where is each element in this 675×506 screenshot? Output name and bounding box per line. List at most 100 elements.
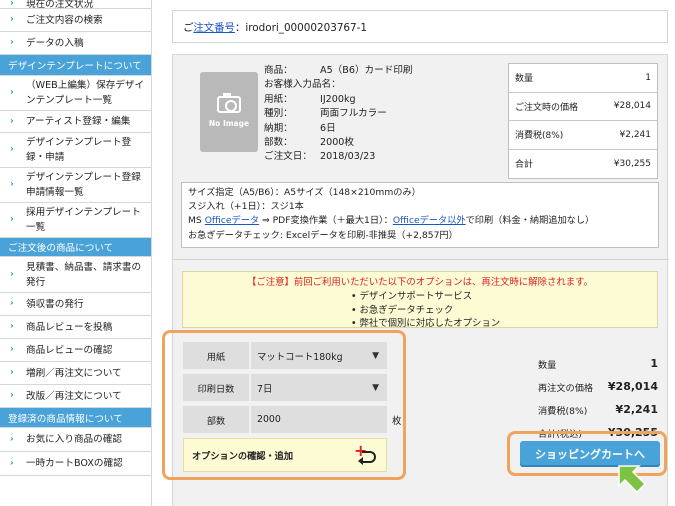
- chevron-right-icon: ›: [10, 179, 14, 190]
- order-number-link[interactable]: 注文番号: [193, 19, 235, 34]
- sidebar-item-label: データの入稿: [26, 37, 84, 49]
- original-price-table: 数量 1 ご注文時の価格 ¥28,014 消費税(8%) ¥2,241 合計 ¥30,255: [508, 63, 658, 179]
- summary-value: ¥28,014: [607, 380, 658, 393]
- chevron-right-icon: ›: [10, 14, 14, 25]
- chevron-right-icon: ›: [10, 321, 14, 332]
- price-row: 合計 ¥30,255: [509, 150, 657, 179]
- chevron-right-icon: ›: [10, 37, 14, 48]
- sidebar-item[interactable]: › 見積書、納品書、請求書の発行: [0, 257, 151, 293]
- sidebar-item-label: デザインテンプレート登録・申請: [26, 137, 132, 163]
- spec-value: A5（B6）カード印刷: [320, 65, 413, 76]
- options-highlight-frame: [162, 330, 406, 480]
- spec-row: 用紙： IJ200kg: [264, 93, 413, 107]
- pointer-arrow-icon: [618, 465, 647, 494]
- chevron-right-icon: ›: [10, 116, 14, 126]
- sidebar-item[interactable]: › 領収書の発行: [0, 293, 151, 316]
- note-line: お急ぎデータチェック: Excelデータを印刷-非推奨（+2,857円）: [188, 229, 458, 241]
- sidebar-item-label: 見積書、納品書、請求書の発行: [26, 261, 142, 288]
- sidebar-item[interactable]: › データの入稿: [0, 32, 151, 55]
- sidebar-item-label: 商品レビューの確認: [26, 344, 113, 356]
- price-value: ¥30,255: [613, 158, 651, 169]
- spec-row: 商品： A5（B6）カード印刷: [264, 64, 413, 78]
- sidebar-item[interactable]: › アーティスト登録・編集: [0, 111, 151, 133]
- spec-key: 納期：: [264, 122, 293, 134]
- sidebar-item[interactable]: › ご注文内容の検索: [0, 9, 151, 32]
- spec-row: お客様入力品名：: [264, 78, 413, 92]
- chevron-right-icon: ›: [10, 344, 14, 355]
- note-text: ⇒ PDF変換作業（＋最大1日）：: [259, 215, 393, 227]
- order-number-box: ご 注文番号 ：irodori_00000203767-1: [172, 10, 668, 43]
- sidebar-item[interactable]: › デザインテンプレート登録・申請: [0, 133, 151, 168]
- order-number-prefix: ご: [183, 22, 194, 34]
- divider: [173, 259, 669, 260]
- note-text: MS: [188, 215, 205, 227]
- spec-key: 部数：: [264, 137, 293, 149]
- spec-key: 商品：: [264, 65, 293, 76]
- summary-value: ¥2,241: [615, 403, 658, 416]
- chevron-right-icon: ›: [10, 87, 14, 98]
- notice-title: 【ご注意】前回ご利用いただいた以下のオプションは、再注文時に解除されます。: [247, 277, 593, 288]
- sidebar-item-label: 採用デザインテンプレート一覧: [26, 207, 141, 233]
- price-label: ご注文時の価格: [515, 102, 579, 113]
- sidebar: › 現在の注文状況 › ご注文内容の検索 › データの入稿デザインテンプレートについて › （…: [0, 0, 152, 506]
- sidebar-item-label: アーティスト登録・編集: [26, 116, 131, 127]
- non-office-data-link[interactable]: Officeデータ以外: [393, 215, 466, 226]
- sidebar-section-heading: ご注文後の商品について: [0, 238, 151, 257]
- sidebar-section-heading: デザインテンプレートについて: [0, 55, 151, 76]
- sidebar-item[interactable]: › お気に入り商品の確認: [0, 428, 151, 452]
- spec-value: 両面フルカラー: [320, 108, 387, 120]
- summary-label: 消費税(8%): [538, 405, 588, 417]
- spec-value: 6日: [320, 122, 336, 134]
- chevron-right-icon: ›: [10, 144, 14, 155]
- chevron-right-icon: ›: [10, 434, 14, 444]
- product-spec: 商品： A5（B6）カード印刷お客様入力品名： 用紙： IJ200kg 種別： 両面フルカ…: [264, 64, 413, 165]
- sidebar-item-label: （WEB上編集）保存デザインテンプレート一覧: [26, 80, 145, 106]
- sidebar-item-label: 領収書の発行: [26, 298, 84, 310]
- summary-row: 再注文の価格 ¥28,014: [538, 375, 658, 398]
- spec-row: 部数： 2000枚: [264, 136, 413, 150]
- sidebar-item[interactable]: › デザインテンプレート登録申請情報一覧: [0, 168, 151, 203]
- sidebar-item-label: デザインテンプレート登録申請情報一覧: [26, 172, 141, 198]
- note-text: で印刷（料金・納期追加なし）: [465, 215, 595, 227]
- sidebar-item-label: お気に入り商品の確認: [26, 434, 122, 445]
- sidebar-item[interactable]: › 採用デザインテンプレート一覧: [0, 203, 151, 238]
- order-number-value: ：irodori_00000203767-1: [234, 22, 368, 34]
- sidebar-item[interactable]: › 増刷／再注文について: [0, 362, 151, 385]
- chevron-right-icon: ›: [10, 367, 14, 378]
- spec-key: 種別：: [264, 108, 293, 120]
- notice-item: 弊社で個別に対応したオプション: [351, 317, 501, 331]
- sidebar-item[interactable]: › （WEB上編集）保存デザインテンプレート一覧: [0, 76, 151, 111]
- spec-key: ご注文日：: [264, 151, 312, 163]
- spec-key: 用紙：: [264, 93, 293, 105]
- sidebar-item[interactable]: › 改版／再注文について: [0, 385, 151, 408]
- note-line: MS Officeデータ ⇒ PDF変換作業（＋最大1日）：Officeデータ以…: [188, 214, 652, 228]
- price-value: 1: [645, 72, 651, 83]
- price-value: ¥28,014: [613, 101, 651, 112]
- notice-item: お急ぎデータチェック: [351, 304, 500, 318]
- sidebar-item[interactable]: › 一時カートBOXの確認: [0, 452, 151, 476]
- summary-label: 再注文の価格: [538, 382, 594, 394]
- sidebar-item-label: 商品レビューを投稿: [26, 321, 113, 333]
- price-label: 消費税(8%): [515, 131, 564, 142]
- summary-value: 1: [650, 357, 658, 370]
- sidebar-item-label: 改版／再注文について: [26, 390, 122, 402]
- office-data-link[interactable]: Officeデータ: [205, 215, 259, 226]
- spec-value: 2018/03/23: [320, 151, 376, 163]
- chevron-right-icon: ›: [10, 269, 14, 279]
- note-line: スジ入れ（+1日）：スジ1本: [188, 201, 304, 213]
- sidebar-item[interactable]: › 商品レビューの確認: [0, 339, 151, 362]
- sidebar-item[interactable]: › 商品レビューを投稿: [0, 316, 151, 339]
- spec-key: お客様入力品名：: [264, 79, 341, 91]
- summary-label: 数量: [538, 359, 557, 371]
- price-value: ¥2,241: [619, 129, 652, 140]
- spec-row: 納期： 6日: [264, 122, 413, 136]
- notice-list: デザインサポートサービスお急ぎデータチェック弊社で個別に対応したオプション: [351, 290, 501, 331]
- price-row: 消費税(8%) ¥2,241: [509, 121, 657, 150]
- sidebar-item[interactable]: › 現在の注文状況: [0, 0, 151, 10]
- spec-value: 2000枚: [320, 137, 355, 149]
- price-row: ご注文時の価格 ¥28,014: [509, 93, 657, 121]
- option-release-notice: 【ご注意】前回ご利用いただいた以下のオプションは、再注文時に解除されます。 デザ…: [182, 271, 658, 331]
- sidebar-item-label: ご注文内容の検索: [26, 14, 103, 26]
- product-image-placeholder: No Image: [200, 72, 258, 152]
- no-image-label: No Image: [208, 119, 250, 128]
